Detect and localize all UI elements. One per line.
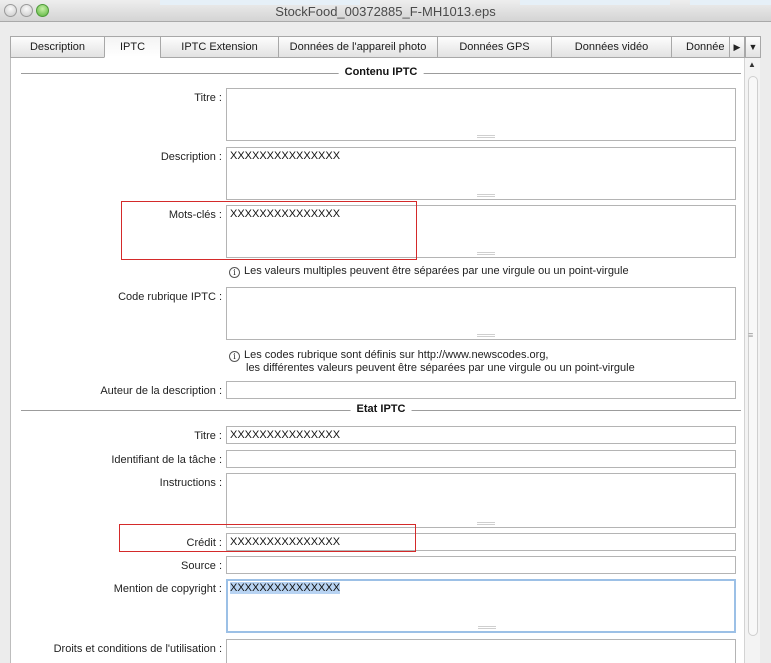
code-rubrique-hint: i Les codes rubrique sont définis sur htt…	[229, 349, 635, 375]
auteur-field[interactable]	[226, 381, 736, 399]
resize-grip[interactable]	[477, 194, 495, 197]
tab-menu-button[interactable]: ▼	[745, 36, 761, 58]
description-value: XXXXXXXXXXXXXXX	[230, 150, 341, 162]
triangle-up-icon[interactable]: ▲	[748, 60, 756, 69]
copyright-value: XXXXXXXXXXXXXXX	[230, 582, 341, 594]
field-label-titre: Titre :	[194, 92, 222, 104]
tab-donnees-gps[interactable]: Données GPS	[437, 36, 551, 58]
field-label-titre-etat: Titre :	[194, 430, 222, 442]
triangle-right-icon: ▶	[733, 42, 741, 52]
field-label-copyright: Mention de copyright :	[113, 583, 222, 595]
resize-grip[interactable]	[477, 135, 495, 138]
mots-cles-hint: i Les valeurs multiples peuvent être sépa…	[229, 265, 629, 278]
tab-iptc[interactable]: IPTC	[104, 36, 160, 58]
resize-grip[interactable]	[477, 252, 495, 255]
tab-bar: Description IPTC IPTC Extension Données …	[0, 36, 771, 58]
hint-text: les différentes valeurs peuvent être sép…	[246, 362, 635, 374]
titre-field[interactable]	[226, 88, 736, 141]
field-label-instructions: Instructions :	[159, 477, 222, 489]
copyright-field[interactable]: XXXXXXXXXXXXXXX	[226, 579, 736, 633]
tab-description[interactable]: Description	[10, 36, 104, 58]
titre-etat-value: XXXXXXXXXXXXXXX	[230, 429, 341, 441]
info-icon: i	[229, 351, 240, 362]
metadata-window: StockFood_00372885_F-MH1013.eps Descript…	[0, 0, 771, 663]
instructions-field[interactable]	[226, 473, 736, 528]
hint-text: Les codes rubrique sont définis sur http…	[244, 349, 549, 361]
droits-field[interactable]	[226, 639, 736, 663]
window-edge	[760, 58, 771, 663]
field-label-droits: Droits et conditions de l'utilisation :	[53, 643, 222, 655]
iptc-panel: Contenu IPTC Titre : Description : XXXXX…	[10, 58, 744, 663]
section-title: Etat IPTC	[350, 403, 412, 415]
field-label-source: Source :	[181, 560, 222, 572]
window-title: StockFood_00372885_F-MH1013.eps	[275, 4, 496, 19]
section-header-etat: Etat IPTC	[21, 403, 741, 417]
title-bar[interactable]: StockFood_00372885_F-MH1013.eps	[0, 0, 771, 22]
tab-donnees-appareil-photo[interactable]: Données de l'appareil photo	[278, 36, 437, 58]
highlight-box-mots-cles	[121, 201, 417, 260]
tab-donnees-video[interactable]: Données vidéo	[551, 36, 671, 58]
scrollbar-thumb[interactable]	[748, 76, 758, 636]
tab-donnees-more[interactable]: Donnée	[671, 36, 729, 58]
tab-iptc-extension[interactable]: IPTC Extension	[160, 36, 278, 58]
section-title: Contenu IPTC	[338, 66, 424, 78]
info-icon: i	[229, 267, 240, 278]
highlight-box-credit	[119, 524, 416, 552]
section-header-contenu: Contenu IPTC	[21, 66, 741, 80]
resize-grip[interactable]	[478, 626, 496, 629]
resize-grip[interactable]	[477, 334, 495, 337]
code-rubrique-field[interactable]	[226, 287, 736, 340]
titre-etat-field[interactable]: XXXXXXXXXXXXXXX	[226, 426, 736, 444]
field-label-code-rubrique: Code rubrique IPTC :	[118, 291, 222, 303]
vertical-scrollbar[interactable]: ▲ ≡	[744, 58, 760, 663]
field-label-description: Description :	[160, 151, 222, 163]
triangle-down-icon: ▼	[748, 42, 758, 52]
description-field[interactable]: XXXXXXXXXXXXXXX	[226, 147, 736, 200]
scrollbar-grip-icon: ≡	[748, 330, 754, 340]
tab-scroll-right-button[interactable]: ▶	[729, 36, 745, 58]
field-label-identifiant: Identifiant de la tâche :	[111, 454, 222, 466]
identifiant-field[interactable]	[226, 450, 736, 468]
source-field[interactable]	[226, 556, 736, 574]
resize-grip[interactable]	[477, 522, 495, 525]
field-label-auteur: Auteur de la description :	[100, 385, 222, 397]
hint-text: Les valeurs multiples peuvent être sépar…	[244, 265, 629, 277]
